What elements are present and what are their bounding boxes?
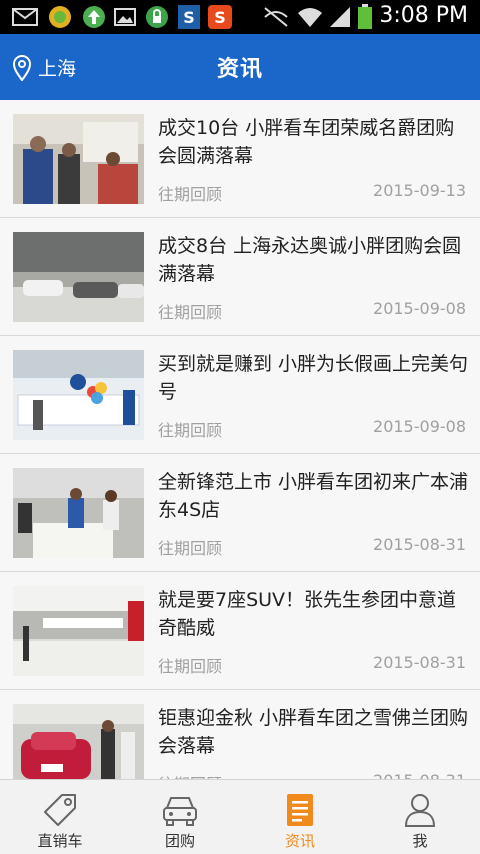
news-date: 2015-08-31: [373, 653, 466, 672]
news-category: 往期回顾: [158, 539, 223, 558]
news-date: 2015-08-31: [373, 535, 466, 554]
s-app-icon: S: [178, 5, 200, 29]
news-thumbnail: [13, 468, 144, 558]
news-thumbnail: [13, 350, 144, 440]
tab-label: 直销车: [37, 832, 83, 850]
tab-label: 我: [412, 832, 428, 850]
news-thumbnail: [13, 586, 144, 676]
news-category: 往期回顾: [158, 771, 222, 779]
news-thumbnail: [13, 704, 144, 779]
news-date: 2015-09-08: [373, 299, 466, 318]
news-category: 往期回顾: [158, 185, 223, 204]
tab-me[interactable]: 我: [360, 780, 480, 854]
clock: 3:08 PM: [379, 3, 468, 28]
svg-text:S: S: [214, 8, 226, 27]
news-category: 往期回顾: [158, 657, 223, 676]
news-date: 2015-08-31: [373, 771, 466, 779]
mute-icon: [264, 7, 288, 27]
battery-icon: [358, 4, 372, 29]
news-category: 往期回顾: [158, 421, 223, 440]
news-item[interactable]: 买到就是赚到 小胖为长假画上完美句号 往期回顾 2015-09-08: [0, 336, 480, 454]
news-list[interactable]: 成交10台 小胖看车团荣威名爵团购会圆满落幕 往期回顾 2015-09-13 成…: [0, 100, 480, 779]
download-arrow-icon: [83, 6, 105, 28]
tab-news[interactable]: 资讯: [240, 780, 360, 854]
news-headline: 买到就是赚到 小胖为长假画上完美句号: [158, 353, 469, 403]
image-icon: [114, 8, 136, 26]
tab-label: 资讯: [284, 832, 315, 850]
news-headline: 钜惠迎金秋 小胖看车团之雪佛兰团购会落幕: [158, 707, 469, 757]
news-headline: 就是要7座SUV！张先生参团中意道奇酷威: [158, 589, 457, 639]
news-item[interactable]: 就是要7座SUV！张先生参团中意道奇酷威 往期回顾 2015-08-31: [0, 572, 480, 690]
app-header: 上海 资讯: [0, 34, 480, 100]
news-item[interactable]: 成交10台 小胖看车团荣威名爵团购会圆满落幕 往期回顾 2015-09-13: [0, 100, 480, 218]
sogou-icon: S: [208, 5, 232, 29]
news-date: 2015-09-08: [373, 417, 466, 436]
news-headline: 成交10台 小胖看车团荣威名爵团购会圆满落幕: [158, 117, 455, 167]
tab-direct-sale[interactable]: 直销车: [0, 780, 120, 854]
bottom-nav: 直销车 团购 资讯 我: [0, 779, 480, 854]
tab-label: 团购: [164, 832, 195, 850]
wifi-icon: [298, 8, 322, 27]
lock-app-icon: [146, 6, 168, 28]
mail-icon: [12, 8, 38, 26]
news-item[interactable]: 成交8台 上海永达奥诚小胖团购会圆满落幕 往期回顾 2015-09-08: [0, 218, 480, 336]
news-date: 2015-09-13: [373, 181, 466, 200]
person-icon: [404, 794, 436, 827]
car-icon: [163, 797, 197, 826]
news-item[interactable]: 钜惠迎金秋 小胖看车团之雪佛兰团购会落幕 往期回顾 2015-08-31: [0, 690, 480, 779]
news-icon: [287, 794, 313, 826]
status-bar: S S 3:08 PM: [0, 0, 480, 34]
news-category: 往期回顾: [158, 303, 223, 322]
news-thumbnail: [13, 114, 144, 204]
tag-icon: [44, 794, 76, 826]
news-thumbnail: [13, 232, 144, 322]
signal-icon: [330, 7, 350, 27]
news-headline: 全新锋范上市 小胖看车团初来广本浦东4S店: [158, 471, 469, 521]
svg-text:S: S: [183, 8, 195, 27]
news-item[interactable]: 全新锋范上市 小胖看车团初来广本浦东4S店 往期回顾 2015-08-31: [0, 454, 480, 572]
app-badge-icon: [49, 6, 71, 28]
news-headline: 成交8台 上海永达奥诚小胖团购会圆满落幕: [158, 235, 462, 285]
page-title: 资讯: [216, 57, 263, 82]
tab-group-buy[interactable]: 团购: [120, 780, 240, 854]
